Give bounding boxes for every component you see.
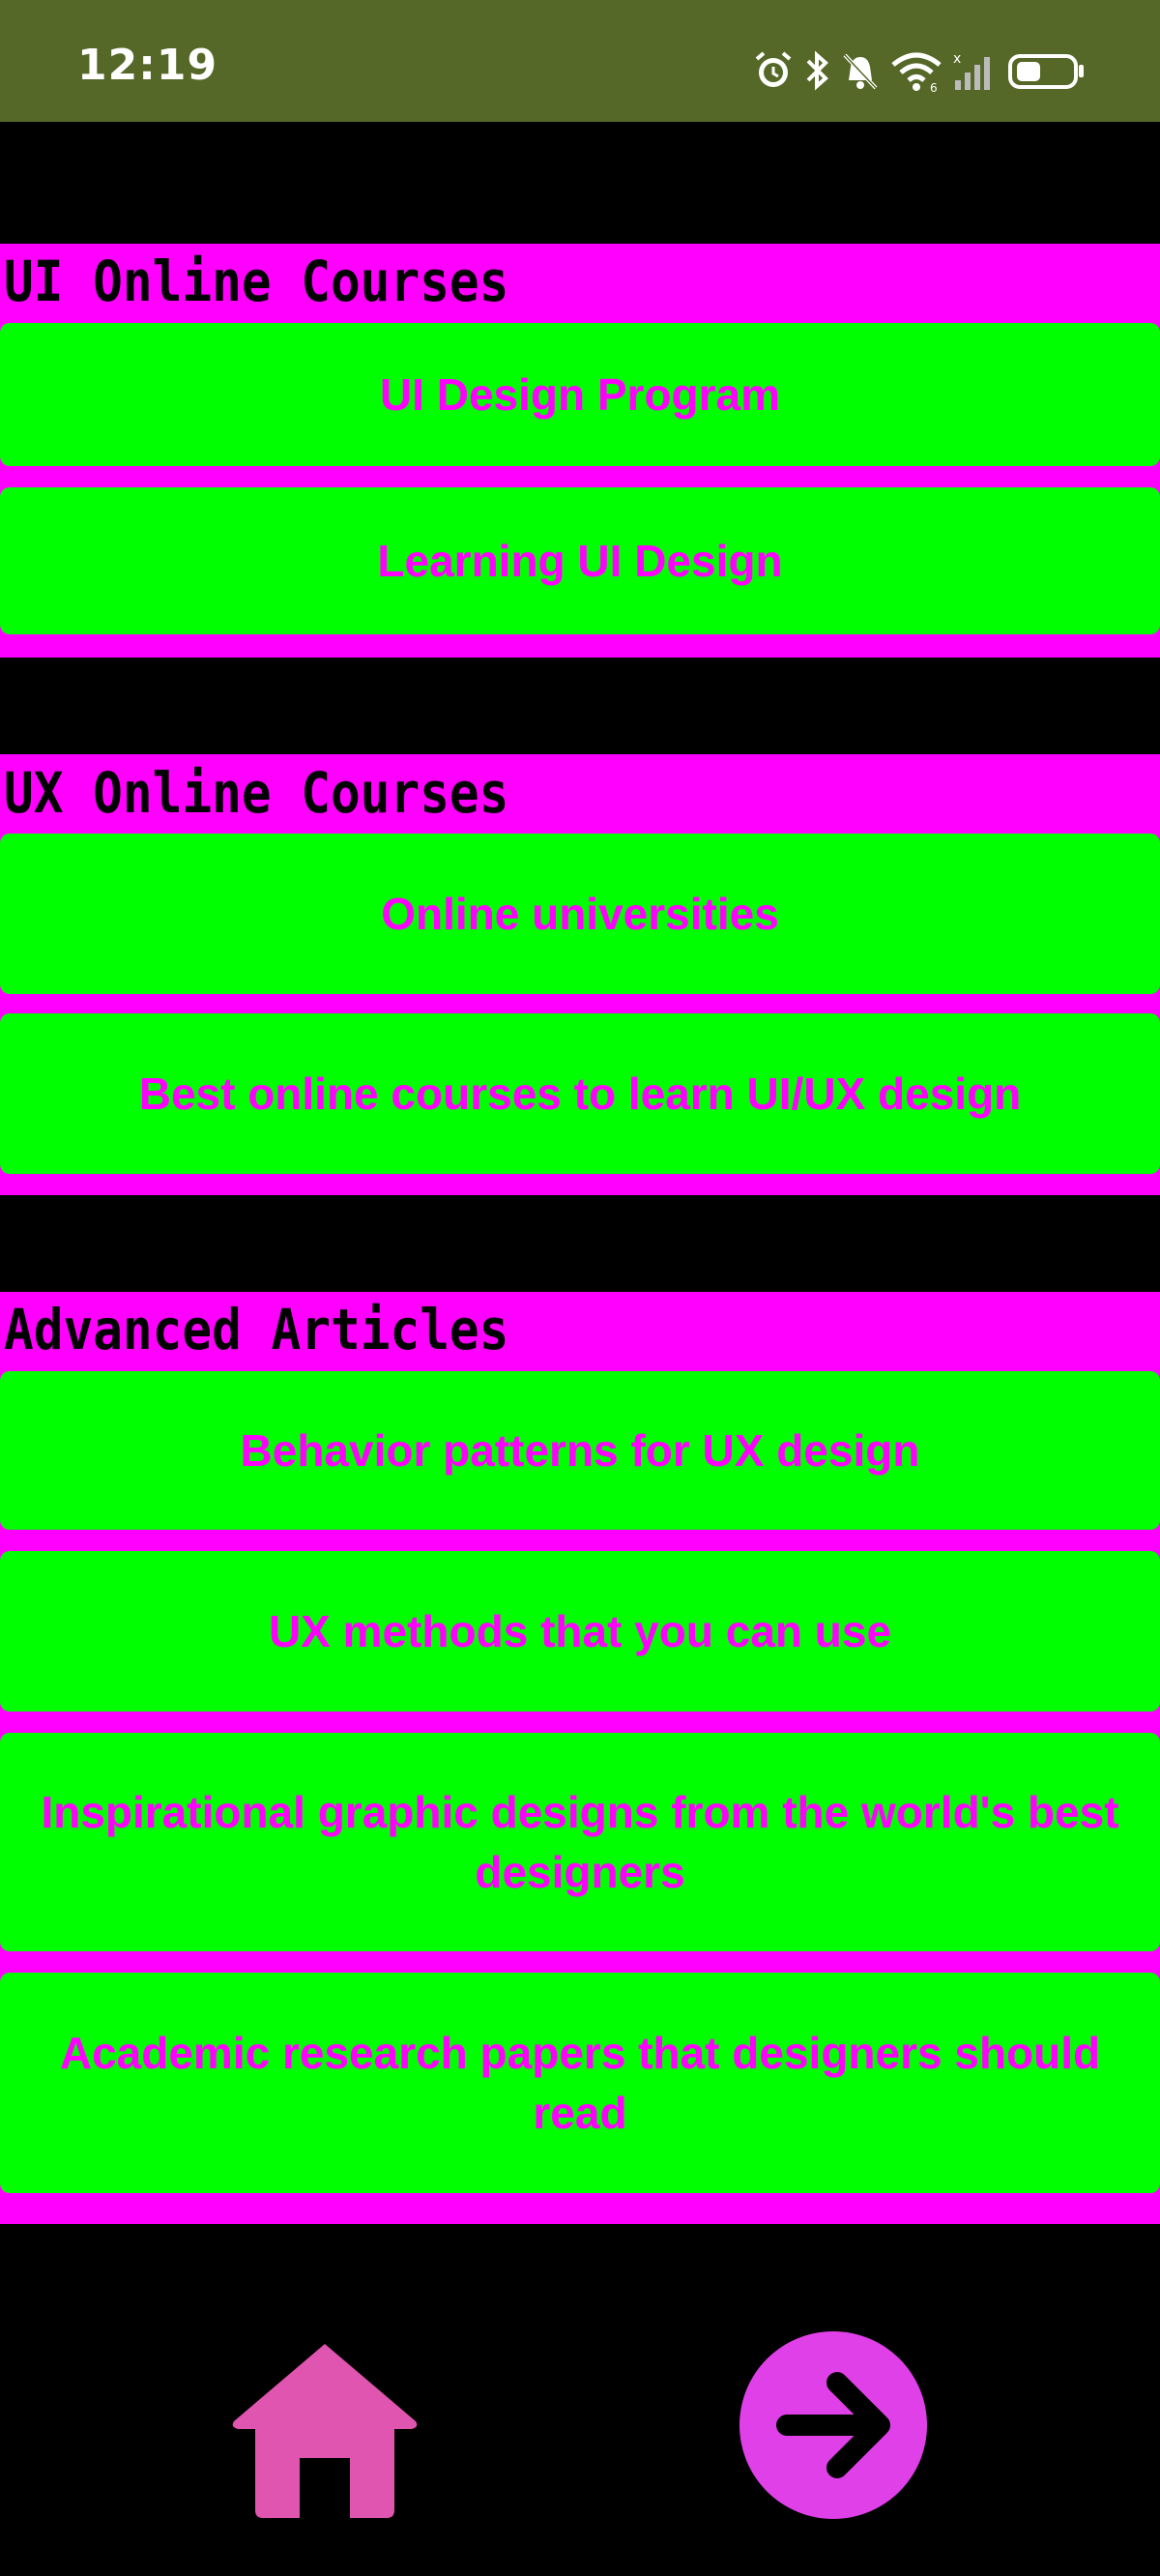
status-bar: 12:19 6 x: [0, 0, 1160, 122]
section-title: Advanced Articles: [4, 1297, 509, 1362]
wifi-icon: 6: [891, 52, 942, 92]
alarm-icon: [755, 51, 792, 87]
arrow-right-icon[interactable]: [739, 2330, 928, 2520]
course-button-ui-design-program[interactable]: UI Design Program: [0, 323, 1160, 466]
course-button-best-online-courses[interactable]: Best online courses to learn UI/UX desig…: [0, 1013, 1160, 1174]
section-advanced-articles: Advanced Articles Behavior patterns for …: [0, 1292, 1160, 2224]
article-button-behavior-patterns[interactable]: Behavior patterns for UX design: [0, 1371, 1160, 1530]
article-button-ux-methods[interactable]: UX methods that you can use: [0, 1551, 1160, 1712]
svg-text:x: x: [953, 51, 961, 67]
signal-icon: x: [953, 51, 990, 90]
status-icons: 6 x: [752, 46, 1087, 95]
article-button-inspirational-designs[interactable]: Inspirational graphic designs from the w…: [0, 1733, 1160, 1951]
section-ux-online-courses: UX Online Courses Online universities Be…: [0, 754, 1160, 1195]
mute-icon: [843, 53, 878, 90]
svg-text:6: 6: [930, 81, 938, 92]
battery-icon: [1008, 54, 1084, 89]
section-ui-online-courses: UI Online Courses UI Design Program Lear…: [0, 244, 1160, 658]
section-title: UX Online Courses: [4, 760, 509, 826]
article-button-academic-papers[interactable]: Academic research papers that designers …: [0, 1973, 1160, 2193]
course-button-online-universities[interactable]: Online universities: [0, 834, 1160, 994]
bluetooth-icon: [806, 50, 828, 91]
course-button-learning-ui-design[interactable]: Learning UI Design: [0, 487, 1160, 634]
status-time: 12:19: [77, 41, 218, 90]
home-icon[interactable]: [230, 2338, 420, 2518]
section-title: UI Online Courses: [4, 249, 509, 314]
